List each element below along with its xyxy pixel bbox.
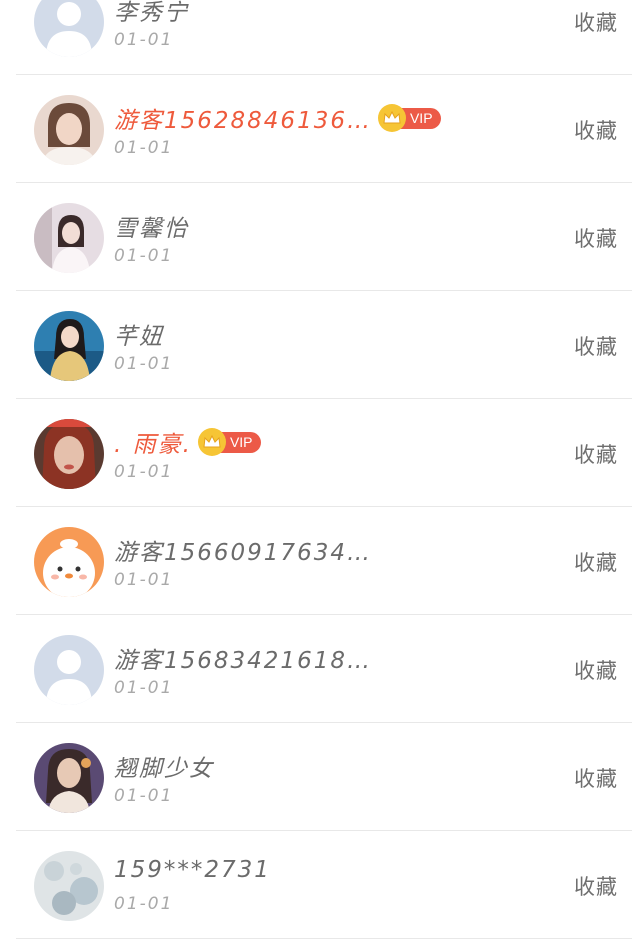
user-photo-avatar[interactable] [34,419,104,489]
favorite-button[interactable]: 收藏 [574,223,618,253]
list-item[interactable]: 游客15660917634… 01-01 收藏 [16,507,632,615]
name-line: 李秀宁 [114,0,189,27]
user-name: 雪馨怡 [114,216,189,242]
default-avatar-icon[interactable] [34,635,104,705]
date: 01-01 [114,30,174,50]
user-photo-avatar[interactable] [34,311,104,381]
date: 01-01 [114,678,174,698]
list-item[interactable]: 游客15683421618… 01-01 收藏 [16,615,632,723]
favorite-button[interactable]: 收藏 [574,439,618,469]
date: 01-01 [114,786,174,806]
list-item[interactable]: . 雨豪. VIP 01-01 收藏 [16,399,632,507]
user-name: 游客15660917634… [114,540,372,566]
name-line: 游客15660917634… [114,533,372,567]
user-photo-avatar[interactable] [34,851,104,921]
user-name: 游客15628846136… [114,108,372,134]
user-photo-avatar[interactable] [34,743,104,813]
date: 01-01 [114,894,174,914]
favorite-button[interactable]: 收藏 [574,7,618,37]
vip-badge: VIP [197,428,261,456]
date: 01-01 [114,354,174,374]
date: 01-01 [114,138,174,158]
favorite-button[interactable]: 收藏 [574,547,618,577]
favorite-button[interactable]: 收藏 [574,763,618,793]
name-line: 游客15628846136… VIP [114,101,441,135]
user-name: 翘脚少女 [114,756,214,782]
name-line: 翘脚少女 [114,749,214,783]
list-item[interactable]: 游客15628846136… VIP 01-01 收藏 [16,75,632,183]
name-line: 芊妞 [114,317,164,351]
favorite-button[interactable]: 收藏 [574,871,618,901]
user-photo-avatar[interactable] [34,203,104,273]
list-item[interactable]: 159***2731 01-01 收藏 [16,831,632,939]
favorite-button[interactable]: 收藏 [574,331,618,361]
name-line: 159***2731 [114,857,271,883]
list-item[interactable]: 芊妞 01-01 收藏 [16,291,632,399]
user-list: 李秀宁 01-01 收藏 游客15628846136… VIP 01-01 收藏… [0,0,640,939]
default-avatar-icon[interactable] [34,0,104,57]
list-item[interactable]: 雪馨怡 01-01 收藏 [16,183,632,291]
vip-badge: VIP [377,104,441,132]
crown-icon [377,104,406,132]
date: 01-01 [114,246,174,266]
name-line: . 雨豪. VIP [114,425,261,459]
favorite-button[interactable]: 收藏 [574,655,618,685]
crown-icon [197,428,226,456]
user-name: 159***2731 [114,857,271,883]
user-name: . 雨豪. [114,432,192,458]
user-photo-avatar[interactable] [34,95,104,165]
favorite-button[interactable]: 收藏 [574,115,618,145]
user-name: 游客15683421618… [114,648,372,674]
name-line: 雪馨怡 [114,209,189,243]
user-name: 芊妞 [114,324,164,350]
cartoon-chick-avatar[interactable] [34,527,104,597]
list-item[interactable]: 李秀宁 01-01 收藏 [16,0,632,75]
date: 01-01 [114,462,174,482]
date: 01-01 [114,570,174,590]
name-line: 游客15683421618… [114,641,372,675]
user-name: 李秀宁 [114,0,189,26]
list-item[interactable]: 翘脚少女 01-01 收藏 [16,723,632,831]
